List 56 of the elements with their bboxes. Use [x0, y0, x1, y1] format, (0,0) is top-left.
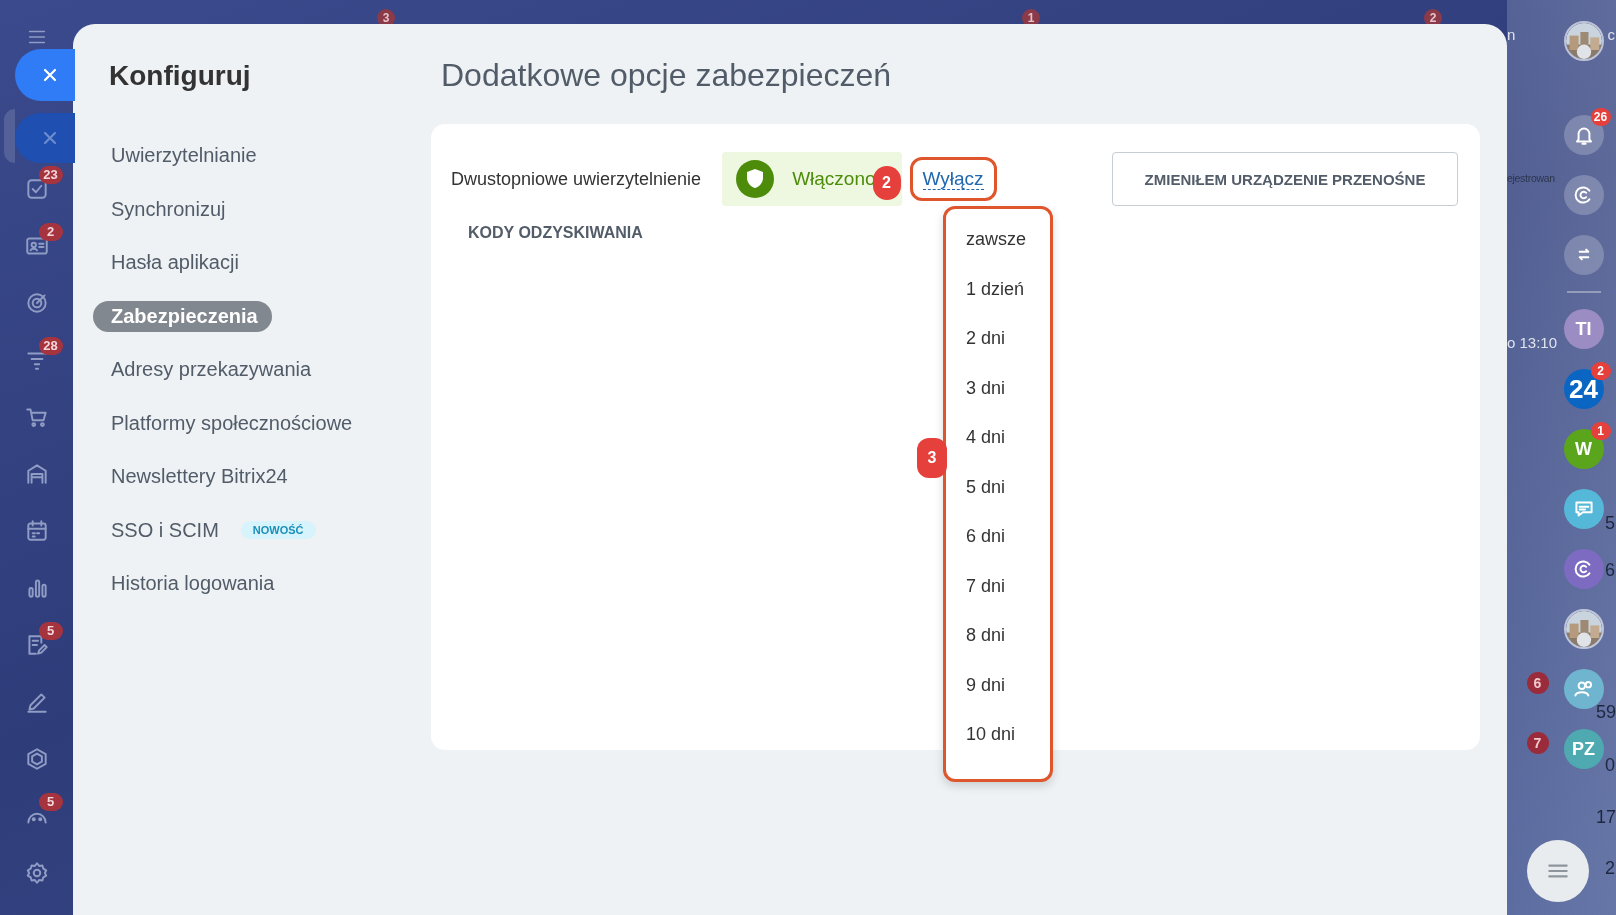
panel-title: Konfiguruj: [108, 60, 252, 92]
background-text: ejestrowan: [1507, 172, 1555, 184]
menu-item[interactable]: Adresy przekazywania: [93, 354, 326, 386]
counter-badge: 23: [38, 166, 63, 184]
counter-badge: 1: [1590, 422, 1611, 440]
counter-badge: 6: [1526, 672, 1549, 694]
menu-item[interactable]: SSO i SCIM: [93, 514, 233, 546]
spiral-button[interactable]: [1563, 175, 1604, 215]
menu-option[interactable]: 4 dni: [966, 422, 1050, 472]
menu-option[interactable]: 9 dni: [966, 669, 1050, 719]
counter-badge: 7: [1526, 732, 1549, 754]
menu-option[interactable]: 10 dni: [966, 719, 1050, 769]
counter-badge: 26: [1590, 108, 1611, 126]
menu-item[interactable]: Historia logowania: [93, 568, 289, 600]
close-button[interactable]: [15, 49, 75, 101]
device-changed-button[interactable]: ZMIENIŁEM URZĄDZENIE PRZENOŚNE: [1112, 152, 1458, 206]
spiral-button[interactable]: [1563, 549, 1604, 589]
menu-option[interactable]: 6 dni: [966, 521, 1050, 571]
counter-badge: 5: [38, 622, 63, 640]
background-text: 17: [1595, 807, 1616, 828]
menu-item[interactable]: Platformy społecznościowe: [93, 407, 367, 439]
background-text: 2: [1605, 858, 1615, 879]
background-text: o 13:10: [1507, 334, 1558, 351]
recovery-codes-link[interactable]: KODY ODZYSKIWANIA: [468, 224, 643, 242]
counter-badge: 2: [1424, 9, 1442, 24]
menu-option[interactable]: 5 dni: [966, 471, 1050, 521]
menu-option[interactable]: zawsze: [966, 224, 1050, 274]
counter-badge: 2: [38, 223, 63, 241]
shield-icon: [736, 160, 775, 198]
background-text: 6: [1605, 560, 1615, 581]
menu-item[interactable]: Uwierzytelnianie: [93, 140, 271, 172]
background-text: 0: [1605, 755, 1615, 776]
menu-option[interactable]: 8 dni: [966, 620, 1050, 670]
menu-option[interactable]: 3 dni: [966, 372, 1050, 422]
menu-option[interactable]: 2 dni: [966, 323, 1050, 373]
swap-button[interactable]: [1563, 235, 1604, 275]
background-text: 59: [1595, 702, 1616, 723]
background-text: 5: [1605, 513, 1615, 534]
annotation-marker: 3: [917, 438, 947, 478]
counter-badge: 3: [377, 9, 395, 24]
counter-badge: 2: [1590, 362, 1611, 380]
menu-item[interactable]: Newslettery Bitrix24: [93, 461, 302, 493]
menu-item[interactable]: Synchronizuj: [93, 193, 240, 225]
chat-bubble-button[interactable]: [1563, 489, 1604, 529]
background-text: n: [1507, 26, 1516, 43]
counter-badge: 5: [38, 793, 63, 811]
two-factor-label: Dwustopniowe uwierzytelnienie: [451, 168, 702, 190]
page-heading: Dodatkowe opcje zabezpieczeń: [440, 56, 893, 95]
counter-badge: 28: [38, 337, 63, 355]
menu-item[interactable]: Zabezpieczenia: [93, 300, 272, 332]
background-text: c: [1607, 26, 1615, 43]
menu-option[interactable]: 7 dni: [966, 570, 1050, 620]
counter-badge: 1: [1022, 9, 1040, 24]
menu-item[interactable]: Hasła aplikacji: [93, 247, 253, 279]
new-badge: NOWOŚĆ: [240, 521, 316, 540]
menu-option[interactable]: 1 dzień: [966, 273, 1050, 323]
